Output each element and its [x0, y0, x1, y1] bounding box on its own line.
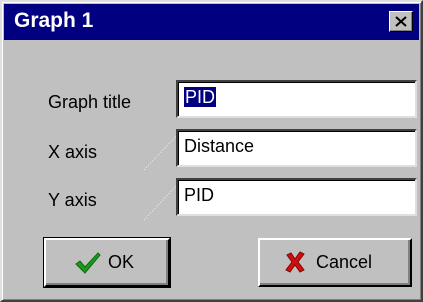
graph-title-label: Graph title: [48, 92, 132, 112]
window-title: Graph 1: [14, 9, 94, 32]
ok-button[interactable]: OK: [43, 237, 171, 288]
ok-label: OK: [108, 252, 135, 272]
graph-dialog: Graph 1 Graph title PID X axis Distance …: [0, 0, 423, 302]
cancel-button[interactable]: Cancel: [258, 238, 412, 287]
x-axis-label: X axis: [48, 142, 98, 162]
checkmark-icon: [75, 252, 101, 274]
close-button[interactable]: [389, 11, 413, 32]
cancel-label: Cancel: [316, 252, 373, 272]
close-icon: [395, 16, 407, 27]
graph-title-input[interactable]: PID: [176, 80, 417, 118]
y-axis-value: PID: [184, 185, 215, 205]
x-axis-input[interactable]: Distance: [176, 129, 417, 167]
title-bar[interactable]: Graph 1: [4, 4, 419, 40]
x-axis-value: Distance: [184, 136, 255, 156]
graph-title-value: PID: [184, 87, 217, 107]
y-axis-input[interactable]: PID: [176, 178, 417, 216]
red-x-icon: [285, 251, 305, 273]
y-axis-label: Y axis: [48, 190, 97, 210]
